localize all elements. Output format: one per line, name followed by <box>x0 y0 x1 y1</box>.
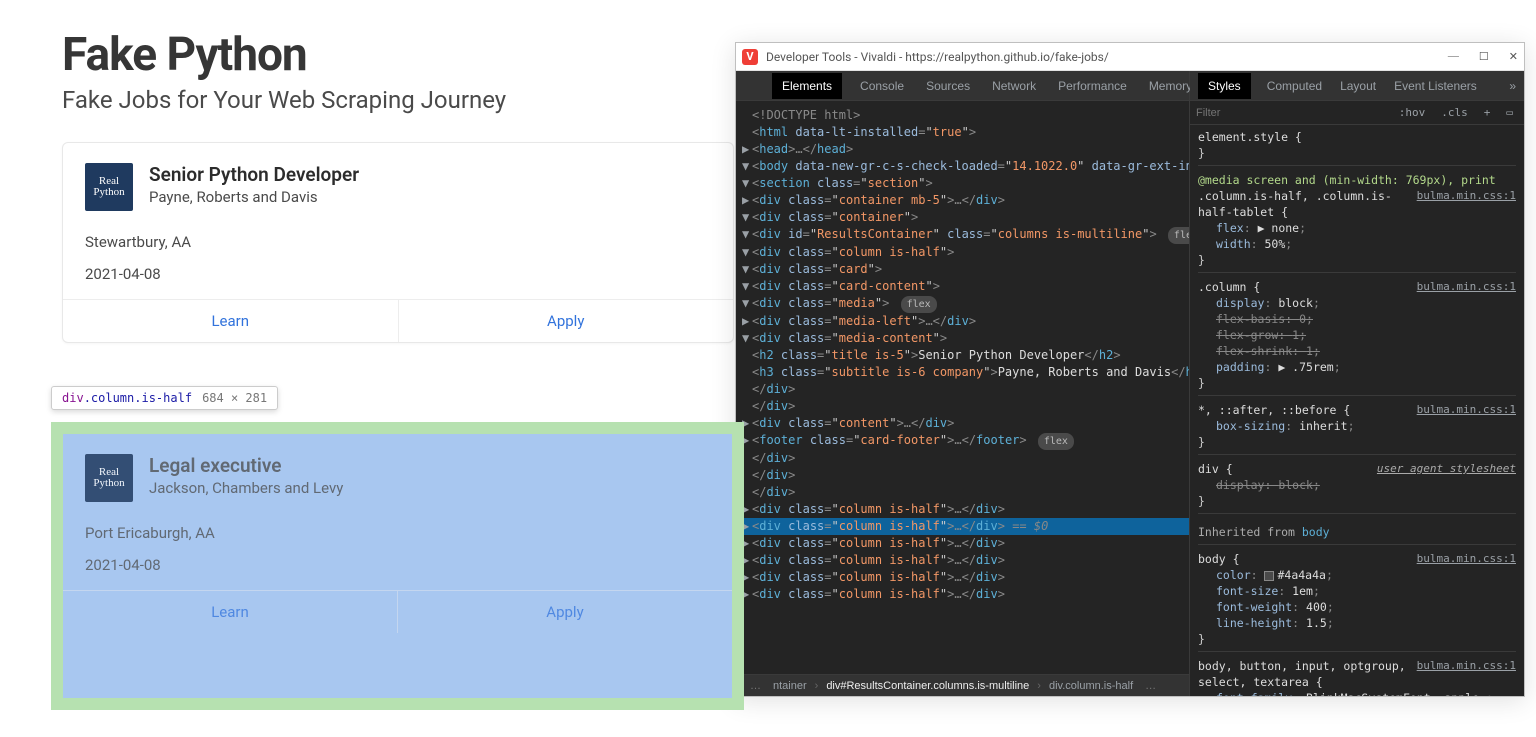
dom-line[interactable]: </div> <box>742 398 1189 415</box>
dom-line[interactable]: <h2 class="title is-5">Senior Python Dev… <box>742 347 1189 364</box>
card-footer: Learn Apply <box>63 590 732 633</box>
tab-layout[interactable]: Layout <box>1338 73 1378 99</box>
dom-line[interactable]: ▼<div class="media-content"> <box>742 330 1189 347</box>
tab-performance[interactable]: Performance <box>1054 73 1131 99</box>
element-hover-tooltip: div.column.is-half 684 × 281 <box>51 386 278 410</box>
minimize-button[interactable]: — <box>1448 50 1459 63</box>
dom-line[interactable]: ▶<head>…</head> <box>742 141 1189 158</box>
dom-line[interactable]: ▶<div class="container mb-5">…</div> <box>742 192 1189 209</box>
dom-line[interactable]: ▶<div class="column is-half">…</div> == … <box>742 518 1189 535</box>
tab-computed[interactable]: Computed <box>1265 73 1324 99</box>
dom-line[interactable]: <h3 class="subtitle is-6 company">Payne,… <box>742 364 1189 381</box>
tab-sources[interactable]: Sources <box>922 73 974 99</box>
dom-line[interactable]: ▶<div class="column is-half">…</div> <box>742 552 1189 569</box>
dom-line[interactable]: ▶<footer class="card-footer">…</footer> … <box>742 432 1189 450</box>
tab-console[interactable]: Console <box>856 73 908 99</box>
dom-line[interactable]: <html data-lt-installed="true"> <box>742 124 1189 141</box>
tab-styles[interactable]: Styles <box>1198 73 1251 99</box>
dom-line[interactable]: ▼<div class="card"> <box>742 261 1189 278</box>
vivaldi-icon: V <box>742 49 758 65</box>
dom-line[interactable]: </div> <box>742 467 1189 484</box>
styles-sidebar-icon[interactable]: ▭ <box>1501 105 1518 120</box>
learn-link[interactable]: Learn <box>63 591 397 633</box>
dom-line[interactable]: </div> <box>742 484 1189 501</box>
dom-line[interactable]: </div> <box>742 381 1189 398</box>
job-company: Jackson, Chambers and Levy <box>149 479 343 497</box>
dom-line[interactable]: <!DOCTYPE html> <box>742 107 1189 124</box>
tab-event-listeners[interactable]: Event Listeners <box>1392 73 1479 99</box>
page-subtitle: Fake Jobs for Your Web Scraping Journey <box>62 86 740 114</box>
job-company: Payne, Roberts and Davis <box>149 188 359 206</box>
dom-line[interactable]: ▼<div class="container"> <box>742 209 1189 226</box>
job-title: Senior Python Developer <box>149 163 359 186</box>
new-rule-button[interactable]: + <box>1479 105 1496 120</box>
company-logo: Real Python <box>85 163 133 211</box>
company-logo: Real Python <box>85 454 133 502</box>
dom-line[interactable]: ▼<div id="ResultsContainer" class="colum… <box>742 226 1189 244</box>
tab-network[interactable]: Network <box>988 73 1040 99</box>
close-button[interactable]: ✕ <box>1509 50 1518 63</box>
dom-line[interactable]: ▶<div class="column is-half">…</div> <box>742 501 1189 518</box>
window-title: Developer Tools - Vivaldi - https://real… <box>766 50 1109 64</box>
tab-more[interactable]: » <box>1509 79 1516 93</box>
apply-link[interactable]: Apply <box>398 300 734 342</box>
dom-line[interactable]: ▶<div class="content">…</div> <box>742 415 1189 432</box>
job-card: Real Python Senior Python Developer Payn… <box>62 142 734 343</box>
dom-line[interactable]: ▶<div class="column is-half">…</div> <box>742 586 1189 603</box>
dom-line[interactable]: ▶<div class="column is-half">…</div> <box>742 569 1189 586</box>
dom-line[interactable]: ▼<div class="media"> flex <box>742 295 1189 313</box>
job-location: Port Ericaburgh, AA <box>85 524 710 542</box>
devtools-top-tabs: Elements Console Sources Network Perform… <box>736 71 1189 101</box>
dom-line[interactable]: ▼<div class="card-content"> <box>742 278 1189 295</box>
styles-filter-input[interactable] <box>1196 107 1388 119</box>
job-date: 2021-04-08 <box>85 265 711 283</box>
window-titlebar[interactable]: V Developer Tools - Vivaldi - https://re… <box>736 43 1524 71</box>
devtools-window: V Developer Tools - Vivaldi - https://re… <box>735 42 1525 697</box>
dom-line[interactable]: ▼<section class="section"> <box>742 175 1189 192</box>
styles-panel[interactable]: element.style {}@media screen and (min-w… <box>1190 125 1524 696</box>
page-title: Fake Python <box>62 28 740 82</box>
tab-memory[interactable]: Memory <box>1145 73 1196 99</box>
styles-tabs: Styles Computed Layout Event Listeners » <box>1190 71 1524 101</box>
dom-line[interactable]: ▼<body data-new-gr-c-s-check-loaded="14.… <box>742 158 1189 175</box>
hov-toggle[interactable]: :hov <box>1394 105 1431 120</box>
card-footer: Learn Apply <box>63 299 733 342</box>
apply-link[interactable]: Apply <box>397 591 732 633</box>
cls-toggle[interactable]: .cls <box>1436 105 1473 120</box>
job-card-highlighted: Real Python Legal executive Jackson, Cha… <box>63 434 732 633</box>
learn-link[interactable]: Learn <box>63 300 398 342</box>
dom-breadcrumb[interactable]: … ntainer› div#ResultsContainer.columns.… <box>736 674 1189 696</box>
job-location: Stewartbury, AA <box>85 233 711 251</box>
dom-line[interactable]: ▶<div class="column is-half">…</div> <box>742 535 1189 552</box>
job-date: 2021-04-08 <box>85 556 710 574</box>
dom-line[interactable]: ▶<div class="media-left">…</div> <box>742 313 1189 330</box>
maximize-button[interactable]: ☐ <box>1479 50 1489 63</box>
tab-elements[interactable]: Elements <box>772 73 842 99</box>
job-title: Legal executive <box>149 454 343 477</box>
dom-line[interactable]: ▼<div class="column is-half"> <box>742 244 1189 261</box>
dom-line[interactable]: </div> <box>742 450 1189 467</box>
dom-tree[interactable]: <!DOCTYPE html><html data-lt-installed="… <box>736 101 1189 674</box>
